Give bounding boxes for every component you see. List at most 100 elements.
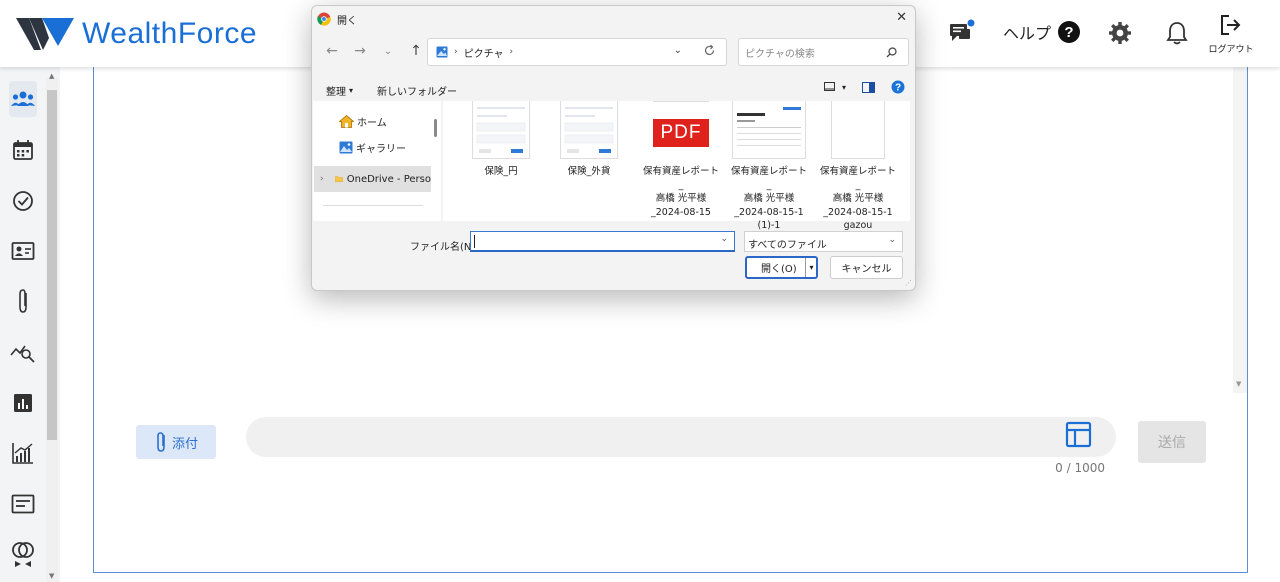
new-folder-button[interactable]: 新しいフォルダー [377, 83, 457, 98]
sidebar-scrollbar[interactable]: ▲ ▼ [46, 72, 58, 582]
nav-item-label: ギャラリー [356, 144, 406, 155]
chat-scrollbar[interactable] [1233, 67, 1247, 393]
logout-button[interactable]: ログアウト [1208, 14, 1254, 55]
trend-search-icon [10, 345, 35, 363]
gallery-icon [339, 141, 353, 154]
dialog-title: 開く [337, 15, 357, 27]
help-circle-icon: ? [1058, 21, 1081, 43]
file-thumbnail [831, 101, 885, 159]
template-layout-icon[interactable] [1065, 421, 1092, 448]
sidebar-item-attachments[interactable] [9, 283, 37, 319]
text-caret [474, 235, 475, 248]
file-item[interactable]: 保有資産レポート_ 高橋 光平様 _2024-08-15-1 (1)-1 [729, 101, 809, 233]
chat-scroll-down-arrow-icon[interactable]: ▼ [1236, 380, 1241, 388]
brand-logo[interactable]: WealthForce [16, 14, 257, 54]
preview-pane-icon[interactable] [862, 81, 875, 93]
attach-label: 添付 [171, 436, 198, 452]
dialog-toolbar: 整理 ▾ 新しいフォルダー ▾ ? [312, 78, 915, 102]
sidebar-item-matching[interactable] [9, 536, 37, 572]
notification-bell-icon[interactable] [1164, 19, 1190, 47]
file-item[interactable]: PDF 保有資産レポート_ 高橋 光平様 _2024-08-15 [641, 101, 721, 219]
character-counter: 0 / 1000 [1055, 461, 1105, 475]
settings-gear-icon[interactable] [1107, 20, 1133, 46]
document-icon [11, 494, 35, 514]
breadcrumb-folder[interactable]: ピクチャ [464, 45, 504, 60]
nav-item-home[interactable]: ホーム [339, 114, 387, 129]
help-icon[interactable]: ? [891, 80, 905, 94]
file-name: 保険_外貨 [567, 166, 611, 177]
folder-icon [334, 176, 343, 182]
screenshot-thumbnail [472, 101, 530, 159]
back-arrow-icon[interactable]: ← [320, 39, 344, 63]
pdf-thumbnail: PDF [653, 101, 709, 159]
dialog-nav: ← → ⌄ ↑ [320, 39, 432, 63]
close-icon[interactable]: ✕ [896, 10, 907, 25]
rings-icon [12, 542, 34, 567]
attach-button[interactable]: 添付 [136, 425, 216, 459]
file-type-filter[interactable]: すべてのファイル ⌄ [744, 231, 903, 252]
forward-arrow-icon[interactable]: → [348, 39, 372, 63]
file-item[interactable]: 保有資産レポート_ 高橋 光平様 _2024-08-15-1 gazou [818, 101, 898, 233]
chat-notification-icon[interactable] [946, 18, 976, 46]
home-icon [339, 115, 354, 128]
open-file-dialog: 開く ✕ ← → ⌄ ↑ › ピクチャ › ⌄ ピクチャの検索 整理 ▾ 新しい… [311, 5, 916, 291]
open-label: 開く(O) [761, 264, 797, 275]
resize-grip-icon[interactable]: ⋰ [905, 279, 912, 287]
view-dropdown-icon[interactable]: ▾ [842, 83, 846, 92]
sidebar-item-analysis[interactable] [9, 334, 37, 370]
file-name: 保険_円 [484, 166, 518, 177]
chevron-down-icon[interactable]: ⌄ [720, 234, 728, 244]
view-mode-icon[interactable] [823, 82, 836, 92]
sidebar-item-performance[interactable] [9, 435, 37, 471]
chevron-down-icon[interactable]: ⌄ [888, 235, 896, 245]
organize-menu[interactable]: 整理 [326, 83, 346, 98]
open-dropdown-icon[interactable]: ▾ [805, 258, 817, 277]
help-menu[interactable]: ヘルプ ? [1003, 20, 1081, 44]
report-thumbnail [732, 101, 806, 159]
up-arrow-icon[interactable]: ↑ [404, 39, 428, 63]
cancel-button[interactable]: キャンセル [830, 256, 903, 279]
sidebar-scroll-thumb[interactable] [47, 90, 57, 440]
sidebar-item-calendar[interactable] [9, 132, 37, 168]
nav-item-gallery[interactable]: ギャラリー [339, 140, 406, 155]
nav-pane-scroll-thumb[interactable] [434, 119, 437, 137]
contact-card-icon [11, 242, 35, 260]
users-icon [11, 91, 35, 106]
logout-icon [1221, 15, 1241, 35]
help-symbol: ? [895, 83, 901, 94]
nav-item-label: ホーム [357, 118, 387, 129]
help-symbol: ? [1064, 24, 1073, 41]
sidebar-item-documents[interactable] [9, 486, 37, 522]
file-list: 保険_円 保険_外貨 PDF 保有資産レポート_ 高橋 光平様 _2024-08… [443, 101, 910, 231]
scroll-down-arrow-icon[interactable]: ▼ [49, 572, 54, 580]
paperclip-icon [157, 432, 165, 452]
file-item[interactable]: 保険_円 [461, 101, 541, 179]
sidebar-item-contacts[interactable] [9, 233, 37, 269]
file-item[interactable]: 保険_外貨 [549, 101, 629, 179]
dialog-search-input[interactable]: ピクチャの検索 [738, 38, 909, 66]
help-label: ヘルプ [1003, 24, 1052, 43]
refresh-icon[interactable] [703, 44, 716, 57]
chevron-down-icon[interactable]: ⌄ [674, 45, 682, 56]
sidebar-item-customers[interactable] [9, 81, 37, 117]
file-name: 保有資産レポート_ 高橋 光平様 _2024-08-15-1 (1)-1 [730, 166, 807, 231]
recent-locations-icon[interactable]: ⌄ [376, 39, 400, 63]
nav-item-onedrive[interactable]: › OneDrive - Perso [314, 166, 431, 192]
message-input[interactable] [246, 417, 1116, 457]
pdf-badge: PDF [653, 119, 709, 147]
expand-chevron-icon[interactable]: › [320, 174, 324, 184]
dialog-titlebar[interactable]: 開く ✕ [312, 6, 915, 32]
sidebar-item-tasks[interactable] [9, 183, 37, 219]
paperclip-icon [19, 289, 27, 313]
organize-dropdown-icon[interactable]: ▾ [349, 86, 353, 95]
scroll-up-arrow-icon[interactable]: ▲ [49, 72, 54, 80]
filename-input[interactable]: ⌄ [470, 231, 735, 252]
screenshot-thumbnail [560, 101, 618, 159]
breadcrumb-separator[interactable]: › [510, 47, 514, 57]
chrome-icon [317, 12, 331, 26]
sidebar-item-reports[interactable] [9, 385, 37, 421]
address-bar[interactable]: › ピクチャ › ⌄ [427, 38, 727, 66]
send-button[interactable]: 送信 [1138, 421, 1206, 463]
breadcrumb-separator: › [454, 47, 458, 57]
logo-mark-icon [16, 18, 74, 50]
